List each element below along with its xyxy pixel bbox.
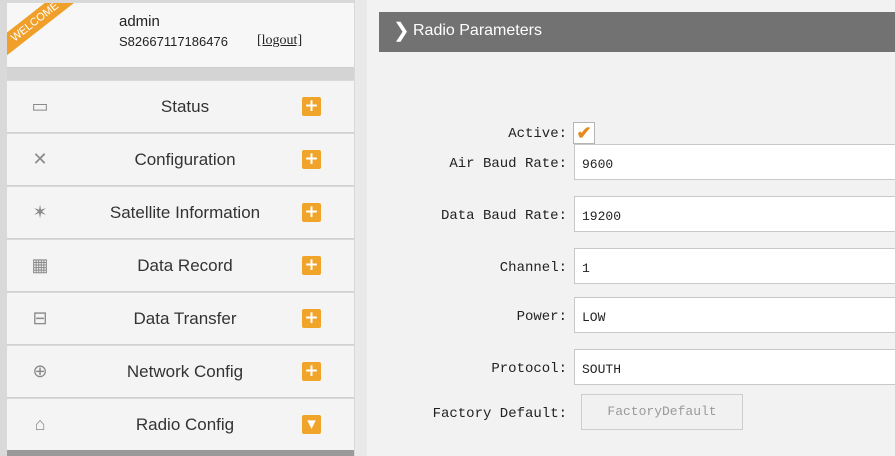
- logout-link[interactable]: [logout]: [257, 33, 302, 49]
- power-field[interactable]: LOW: [574, 297, 895, 333]
- username: admin: [119, 13, 160, 30]
- user-box: WELCOME admin S82667117186476 [logout]: [7, 3, 354, 68]
- sidebar-item-label: Network Config: [126, 362, 244, 381]
- sidebar-footer-bar: [7, 450, 354, 456]
- channel-label: Channel:: [499, 260, 567, 276]
- sidebar-item-data-transfer[interactable]: ⊟ Data Transfer +: [7, 293, 354, 345]
- device-serial: S82667117186476: [119, 34, 228, 49]
- network-icon: ⊟: [32, 308, 48, 328]
- form-row-factory-default: Factory Default: FactoryDefault: [379, 394, 895, 434]
- sidebar-item-label: Satellite Information: [109, 203, 261, 222]
- data-baud-rate-label: Data Baud Rate:: [440, 208, 567, 224]
- calendar-icon: ▦: [31, 255, 49, 275]
- satellite-icon: ✶: [32, 202, 48, 222]
- sidebar-item-data-record[interactable]: ▦ Data Record +: [7, 240, 354, 292]
- collapse-icon[interactable]: ▾: [302, 415, 321, 434]
- protocol-field[interactable]: SOUTH: [574, 349, 895, 385]
- factory-default-label: Factory Default:: [432, 406, 567, 422]
- sidebar-item-status[interactable]: ▭ Status +: [7, 81, 354, 133]
- globe-icon: ⊕: [32, 361, 48, 381]
- sidebar-separator: [7, 68, 354, 80]
- sidebar-item-label: Configuration: [134, 150, 236, 169]
- panel-title: Radio Parameters: [413, 22, 542, 39]
- sidebar-item-satellite-information[interactable]: ✶ Satellite Information +: [7, 187, 354, 239]
- form-row-power: Power: LOW: [379, 297, 895, 337]
- sidebar-item-configuration[interactable]: ✕ Configuration +: [7, 134, 354, 186]
- sidebar-item-network-config[interactable]: ⊕ Network Config +: [7, 346, 354, 398]
- expand-icon[interactable]: +: [302, 150, 321, 169]
- factory-default-button[interactable]: FactoryDefault: [581, 394, 743, 430]
- form-row-channel: Channel: 1: [379, 248, 895, 288]
- expand-icon[interactable]: +: [302, 97, 321, 116]
- expand-icon[interactable]: +: [302, 256, 321, 275]
- expand-icon[interactable]: +: [302, 203, 321, 222]
- expand-icon[interactable]: +: [302, 309, 321, 328]
- active-label: Active:: [508, 126, 567, 142]
- active-checkbox[interactable]: ✔: [573, 122, 595, 144]
- air-baud-rate-label: Air Baud Rate:: [449, 156, 567, 172]
- radio-tower-icon: ⌂: [34, 414, 46, 434]
- protocol-label: Protocol:: [491, 361, 567, 377]
- sidebar-item-label: Status: [160, 97, 210, 116]
- sidebar-item-label: Data Transfer: [133, 309, 237, 328]
- panel-header: ❯ Radio Parameters: [379, 12, 895, 52]
- form-row-air-baud-rate: Air Baud Rate: 9600: [379, 144, 895, 184]
- sidebar-nav: ▭ Status + ✕ Configuration + ✶ Satellite…: [7, 81, 354, 452]
- sidebar-item-radio-config[interactable]: ⌂ Radio Config ▾: [7, 399, 354, 451]
- data-baud-rate-field[interactable]: 19200: [574, 196, 895, 232]
- welcome-ribbon: WELCOME: [7, 3, 77, 58]
- chevron-right-icon: ❯: [393, 20, 410, 42]
- tools-icon: ✕: [32, 149, 48, 169]
- form-row-protocol: Protocol: SOUTH: [379, 349, 895, 389]
- expand-icon[interactable]: +: [302, 362, 321, 381]
- power-label: Power:: [516, 309, 567, 325]
- air-baud-rate-field[interactable]: 9600: [574, 144, 895, 180]
- sidebar-item-label: Data Record: [137, 256, 233, 275]
- main-content: ❯ Radio Parameters Active: ✔ Air Baud Ra…: [367, 0, 895, 456]
- monitor-icon: ▭: [31, 96, 49, 116]
- form-row-data-baud-rate: Data Baud Rate: 19200: [379, 196, 895, 236]
- sidebar: WELCOME admin S82667117186476 [logout] ▭…: [0, 0, 355, 456]
- sidebar-item-label: Radio Config: [135, 415, 235, 434]
- channel-field[interactable]: 1: [574, 248, 895, 284]
